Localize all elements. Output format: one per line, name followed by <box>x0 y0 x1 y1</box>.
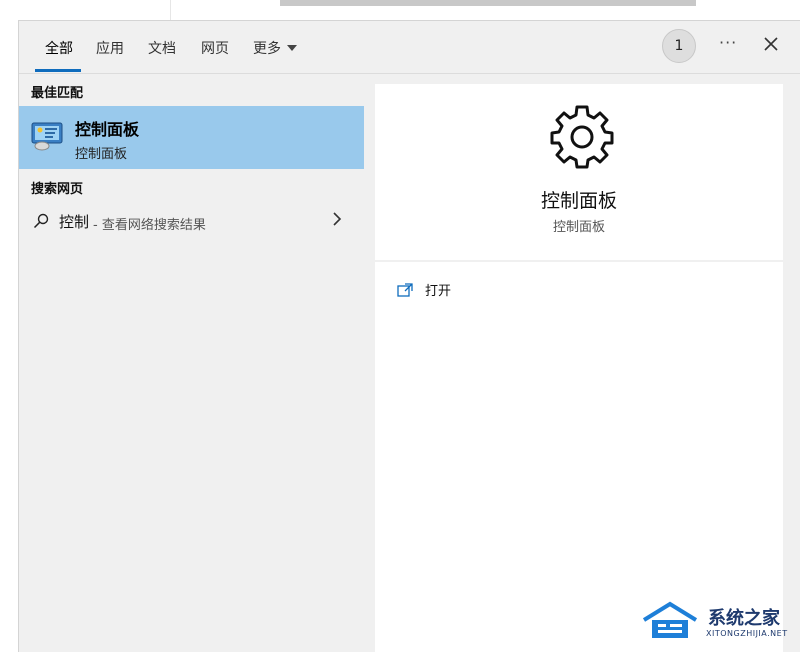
web-search-result[interactable]: 控制 - 查看网络搜索结果 <box>19 209 364 241</box>
active-tab-indicator <box>35 69 81 72</box>
web-search-heading: 搜索网页 <box>31 182 84 197</box>
open-icon <box>397 282 413 297</box>
watermark-text: 系统之家 <box>708 608 780 629</box>
detail-divider <box>375 260 783 262</box>
gear-icon <box>550 105 614 169</box>
tab-bar: 全部 应用 文档 网页 更多 1 ··· <box>19 21 800 74</box>
tab-apps[interactable]: 应用 <box>96 38 124 58</box>
avatar[interactable]: 1 <box>662 29 696 63</box>
close-icon[interactable] <box>762 35 780 53</box>
best-match-item[interactable]: 控制面板 控制面板 <box>19 106 364 169</box>
search-panel: 全部 应用 文档 网页 更多 1 ··· 最佳匹配 控制面板 控制面板 搜索网页… <box>18 20 800 653</box>
search-icon <box>33 213 49 229</box>
watermark: 系统之家 XITONGZHIJIA.NET <box>640 600 790 644</box>
best-match-heading: 最佳匹配 <box>31 86 84 101</box>
best-match-subtitle: 控制面板 <box>75 147 128 162</box>
caret-down-icon <box>287 45 297 51</box>
avatar-text: 1 <box>674 38 684 54</box>
results-list: 最佳匹配 控制面板 控制面板 搜索网页 控制 - 查看网络搜索结果 <box>19 74 364 653</box>
open-label: 打开 <box>425 284 452 299</box>
detail-title: 控制面板 <box>540 190 617 212</box>
best-match-title: 控制面板 <box>75 120 140 139</box>
tab-documents[interactable]: 文档 <box>148 38 176 58</box>
tab-more[interactable]: 更多 <box>253 38 297 58</box>
detail-subtitle: 控制面板 <box>552 220 605 235</box>
more-options-button[interactable]: ··· <box>719 33 737 52</box>
tab-more-label: 更多 <box>253 41 281 57</box>
open-button[interactable]: 打开 <box>397 280 451 299</box>
web-search-query: 控制 <box>59 213 90 231</box>
tab-all[interactable]: 全部 <box>45 38 73 58</box>
background-left <box>0 0 18 652</box>
watermark-url: XITONGZHIJIA.NET <box>706 629 788 638</box>
control-panel-icon <box>31 122 63 151</box>
web-search-hint: - 查看网络搜索结果 <box>93 218 206 233</box>
horizontal-scrollbar[interactable] <box>280 0 696 6</box>
tab-web[interactable]: 网页 <box>201 38 229 58</box>
house-logo-icon <box>642 601 698 638</box>
chevron-right-icon[interactable] <box>331 212 343 226</box>
detail-pane: 控制面板 控制面板 打开 <box>375 84 783 653</box>
background-window <box>170 0 800 20</box>
